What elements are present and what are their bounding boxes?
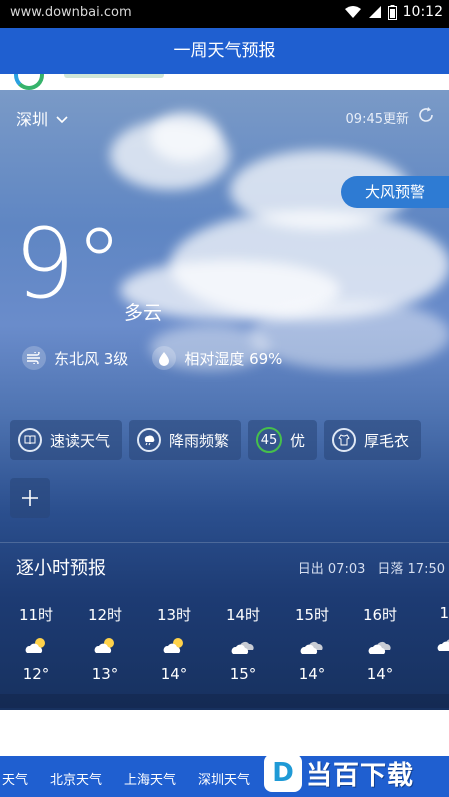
weather-condition: 多云 (124, 302, 163, 324)
hourly-item: 12时 13° (78, 604, 132, 683)
sunrise-time: 日出 07:03 (297, 562, 366, 577)
forecast-bottom-strip (0, 694, 449, 708)
wind-text: 东北风 3级 (54, 349, 129, 368)
chip-label: 降雨频繁 (169, 431, 230, 450)
city-link[interactable]: 深圳天气 (198, 769, 250, 788)
cloudy-icon (353, 631, 407, 661)
hour-temp: 12° (22, 665, 50, 683)
watermark-text: 当百下载 (306, 760, 415, 791)
wind-icon (22, 346, 46, 370)
wind-humidity-row: 东北风 3级 相对湿度 69% (22, 346, 282, 370)
cloudy-icon (216, 631, 270, 661)
chip-air-quality[interactable]: 45 优 (248, 420, 318, 460)
signal-icon (368, 5, 382, 19)
hour-temp: 15° (229, 665, 257, 683)
hour-temp: 14° (366, 665, 394, 683)
chip-label: 速读天气 (50, 431, 111, 450)
hourly-forecast-title: 逐小时预报 (16, 558, 106, 579)
chip-clothing[interactable]: 厚毛衣 (324, 420, 422, 460)
city-link[interactable]: 上海天气 (124, 769, 176, 788)
content-gap (0, 710, 449, 756)
city-name: 深圳 (16, 110, 49, 129)
page-title: 一周天气预报 (0, 28, 449, 74)
hourly-item: 17 (422, 604, 449, 662)
hourly-item: 11时 12° (9, 604, 63, 683)
app-logo-icon (14, 74, 44, 90)
current-temperature: 9° (14, 208, 124, 320)
partly-sunny-icon (78, 631, 132, 661)
book-icon (18, 428, 42, 452)
humidity-drop-icon (152, 346, 177, 370)
hour-temp: 14° (160, 665, 188, 683)
app-logo-strip (0, 74, 449, 90)
status-site-text: www.downbai.com (10, 5, 132, 20)
hourly-item: 16时 14° (353, 604, 407, 683)
hour-time: 11时 (18, 606, 54, 624)
chip-label: 厚毛衣 (364, 431, 410, 450)
city-link[interactable]: 天气 (2, 769, 28, 788)
hour-time: 14时 (225, 606, 261, 624)
info-chips: 速读天气 降雨频繁 45 优 厚毛衣 (10, 420, 422, 460)
chevron-down-icon (56, 109, 68, 128)
battery-icon (387, 4, 397, 20)
hour-temp: 13° (91, 665, 119, 683)
chip-quick-read[interactable]: 速读天气 (10, 420, 123, 460)
hour-time: 15时 (294, 606, 330, 624)
cloudy-icon (422, 628, 449, 658)
clothes-icon (332, 428, 357, 452)
humidity-info: 相对湿度 69% (152, 346, 282, 370)
update-row: 09:45更新 (346, 106, 435, 128)
rain-icon (137, 428, 162, 452)
sunset-time: 日落 17:50 (377, 562, 445, 577)
humidity-text: 相对湿度 69% (184, 349, 283, 368)
hourly-item: 15时 14° (285, 604, 339, 683)
sun-times: 日出 07:03 日落 17:50 (298, 558, 445, 577)
partly-sunny-icon (9, 631, 63, 661)
wifi-icon (344, 5, 362, 19)
chip-label: 优 (290, 431, 306, 450)
city-link[interactable]: 北京天气 (50, 769, 102, 788)
plus-icon (22, 490, 38, 506)
wind-info: 东北风 3级 (22, 346, 128, 370)
cloudy-icon (285, 631, 339, 661)
city-selector[interactable]: 深圳 (16, 106, 68, 130)
hour-time: 17 (439, 604, 449, 622)
app-logo-text (64, 74, 164, 78)
weather-panel: 深圳 09:45更新 大风预警 9° 多云 东北风 3级 相对湿度 69% 速读… (0, 90, 449, 710)
hourly-item: 13时 14° (147, 604, 201, 683)
aqi-value: 45 (256, 427, 283, 453)
section-divider (0, 542, 449, 543)
hourly-item: 14时 15° (216, 604, 270, 683)
refresh-icon[interactable] (417, 106, 435, 128)
wind-alert-badge[interactable]: 大风预警 (341, 176, 449, 208)
status-bar: www.downbai.com 10:12 (0, 0, 449, 28)
status-icons: 10:12 (344, 4, 443, 20)
watermark: D 当百下载 (264, 752, 414, 794)
hourly-forecast-list[interactable]: 11时 12° 12时 13° 13时 14° 14时 15° 15时 14° … (0, 604, 449, 694)
watermark-logo: D (264, 754, 302, 792)
hour-time: 16时 (362, 606, 398, 624)
update-time: 09:45更新 (345, 111, 409, 127)
status-time: 10:12 (402, 4, 443, 20)
add-button[interactable] (10, 478, 50, 518)
chip-rain[interactable]: 降雨频繁 (129, 420, 242, 460)
screen: www.downbai.com 10:12 一周天气预报 深圳 09:45更新 … (0, 0, 449, 797)
partly-sunny-icon (147, 631, 201, 661)
hour-time: 13时 (156, 606, 192, 624)
hour-time: 12时 (87, 606, 123, 624)
cloud-shape (150, 112, 220, 162)
hour-temp: 14° (298, 665, 326, 683)
